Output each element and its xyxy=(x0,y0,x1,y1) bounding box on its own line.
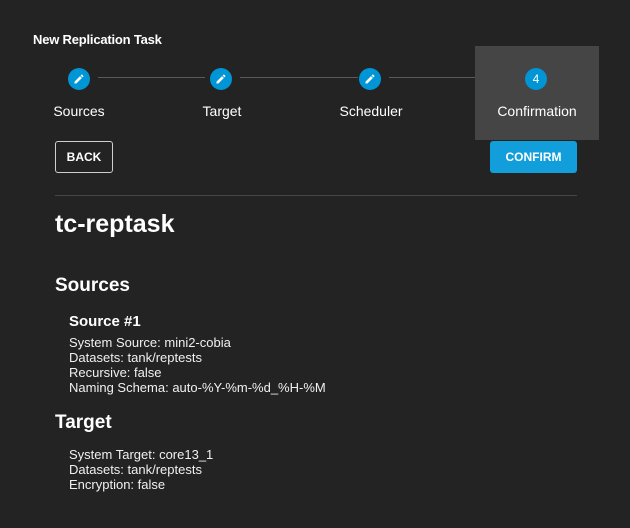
step-confirmation[interactable]: 4 Confirmation xyxy=(475,46,599,140)
step-scheduler-circle xyxy=(359,68,381,90)
system-target: System Target: core13_1 xyxy=(69,447,214,462)
back-button[interactable]: BACK xyxy=(55,141,113,173)
pencil-icon xyxy=(365,74,375,84)
source-1-title: Source #1 xyxy=(69,313,141,330)
system-source: System Source: mini2-cobia xyxy=(69,335,231,350)
step-sources-label: Sources xyxy=(53,103,105,119)
step-sources[interactable]: Sources xyxy=(0,46,160,140)
stepper: Sources Target Scheduler 4 Confirmation xyxy=(0,46,630,142)
step-scheduler[interactable]: Scheduler xyxy=(300,46,450,140)
target-details: System Target: core13_1 Datasets: tank/r… xyxy=(69,447,213,492)
step-number: 4 xyxy=(532,72,540,86)
pencil-icon xyxy=(216,74,226,84)
step-sources-circle xyxy=(68,68,90,90)
target-encryption: Encryption: false xyxy=(69,477,166,492)
step-confirmation-circle: 4 xyxy=(525,68,547,90)
source-recursive: Recursive: false xyxy=(69,365,162,380)
task-name: tc-reptask xyxy=(55,210,175,238)
step-confirmation-label: Confirmation xyxy=(497,103,577,119)
step-scheduler-label: Scheduler xyxy=(339,103,403,119)
source-datasets: Datasets: tank/reptests xyxy=(69,350,202,365)
divider xyxy=(55,195,577,196)
step-target-circle xyxy=(210,68,232,90)
sources-heading: Sources xyxy=(55,275,130,296)
pencil-icon xyxy=(74,74,84,84)
source-1-details: System Source: mini2-cobia Datasets: tan… xyxy=(69,335,326,395)
step-target-label: Target xyxy=(202,103,242,119)
confirm-button[interactable]: CONFIRM xyxy=(490,141,577,173)
source-naming-schema: Naming Schema: auto-%Y-%m-%d_%H-%M xyxy=(69,380,326,395)
target-heading: Target xyxy=(55,412,112,433)
step-target[interactable]: Target xyxy=(160,46,290,140)
target-datasets: Datasets: tank/reptests xyxy=(69,462,202,477)
dialog-title: New Replication Task xyxy=(33,32,162,47)
